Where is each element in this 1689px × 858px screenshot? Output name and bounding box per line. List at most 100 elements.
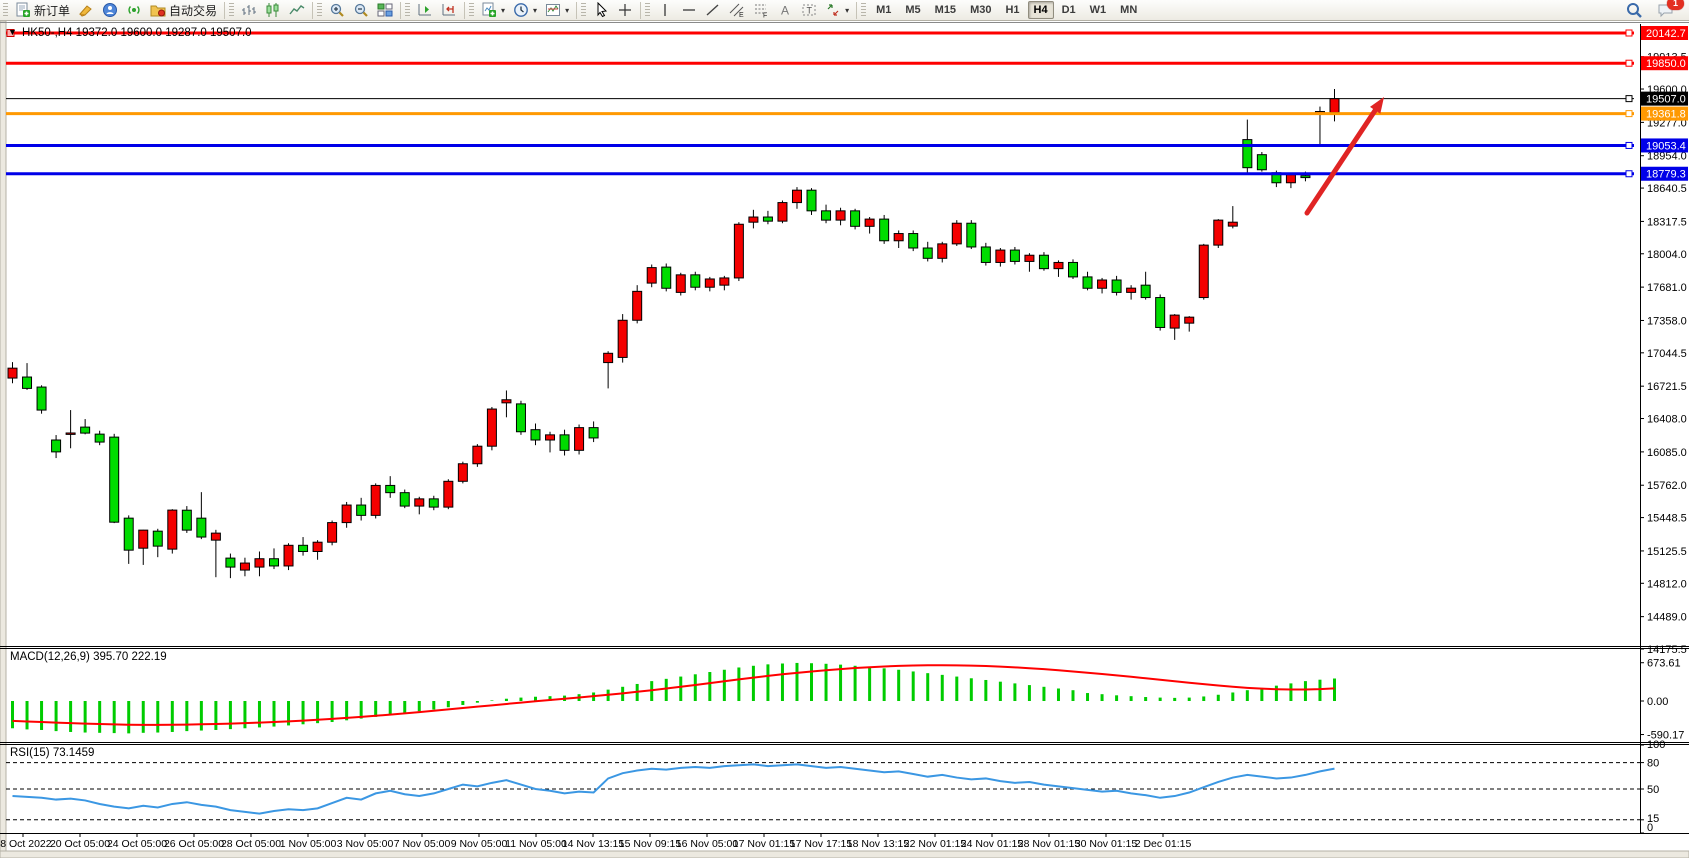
timeframe-button-M5[interactable]: M5 xyxy=(899,1,926,19)
candle-bearish xyxy=(52,440,61,452)
timeframe-button-M1[interactable]: M1 xyxy=(870,1,897,19)
candle-bearish xyxy=(880,219,889,241)
candle-bullish xyxy=(1054,262,1063,268)
toolbar: 新订单 自动交易 ▾ ▾ ▾ EFAT ▾ M1M5M15M30H1H4D1W1MN 1 xyxy=(0,0,1689,21)
period-button[interactable]: ▾ xyxy=(509,0,541,21)
candle-bearish xyxy=(531,430,540,440)
level-line-handle[interactable] xyxy=(1626,111,1632,117)
window-left-edge xyxy=(0,21,6,851)
level-line-handle[interactable] xyxy=(1626,60,1632,66)
price-axis-label: 18640.5 xyxy=(1647,183,1687,195)
time-axis-label: 17 Nov 17:15 xyxy=(790,838,853,850)
candle-bullish xyxy=(720,278,729,285)
price-tag-label: 19361.8 xyxy=(1646,109,1686,121)
time-axis-label: 22 Nov 01:15 xyxy=(904,838,967,850)
candle-bullish xyxy=(1185,317,1194,323)
toolbar-grip xyxy=(317,3,322,18)
vertical-line-button[interactable] xyxy=(653,0,677,21)
highlighter-button[interactable] xyxy=(74,0,98,21)
level-line-handle[interactable] xyxy=(1626,96,1632,102)
time-axis-label: 9 Nov 05:00 xyxy=(451,838,508,850)
candle-bullish xyxy=(633,291,642,320)
candle-bullish xyxy=(328,523,337,543)
candle-bullish xyxy=(444,481,453,507)
price-axis-label: 15762.0 xyxy=(1647,480,1687,492)
timeframe-button-D1[interactable]: D1 xyxy=(1056,1,1082,19)
line-chart-button[interactable] xyxy=(285,0,309,21)
candle-bearish xyxy=(1010,250,1019,261)
timeframe-button-M30[interactable]: M30 xyxy=(964,1,997,19)
zoom-in-button[interactable] xyxy=(325,0,349,21)
crosshair-button[interactable] xyxy=(613,0,637,21)
dropdown-caret-icon[interactable]: ▾ xyxy=(565,6,569,15)
toolbar-grip xyxy=(861,3,866,18)
candle-bearish xyxy=(110,437,119,522)
candle-bullish xyxy=(575,428,584,451)
level-line-handle[interactable] xyxy=(1626,171,1632,177)
chat-button[interactable]: 1 xyxy=(1653,0,1679,21)
candle-bearish xyxy=(851,211,860,226)
candle-bearish xyxy=(1039,255,1048,268)
time-axis-label: 2 Dec 01:15 xyxy=(1135,838,1192,850)
candle-bullish xyxy=(1025,255,1034,261)
signal-button[interactable] xyxy=(122,0,146,21)
time-axis-label: 18 Oct 2022 xyxy=(0,838,52,850)
chart-shift-button[interactable] xyxy=(437,0,461,21)
dropdown-caret-icon[interactable]: ▾ xyxy=(845,6,849,15)
bar-chart-button[interactable] xyxy=(237,0,261,21)
time-axis-label: 1 Nov 05:00 xyxy=(280,838,337,850)
text-label-button[interactable]: T xyxy=(797,0,821,21)
time-axis-label: 24 Oct 05:00 xyxy=(107,838,167,850)
candle-bullish xyxy=(676,275,685,293)
price-axis-label: 14175.5 xyxy=(1647,644,1687,656)
tile-windows-button[interactable] xyxy=(373,0,397,21)
trendline-button[interactable] xyxy=(701,0,725,21)
candle-bearish xyxy=(560,435,569,450)
zoom-in-icon xyxy=(329,2,345,18)
price-axis-label: 14489.0 xyxy=(1647,612,1687,624)
signal-icon xyxy=(126,2,142,18)
price-axis-label: 17681.0 xyxy=(1647,282,1687,294)
candle-bearish xyxy=(1156,298,1165,328)
horizontal-line-button[interactable] xyxy=(677,0,701,21)
candle-bearish xyxy=(516,404,525,432)
search-button[interactable] xyxy=(1621,0,1647,21)
timeframe-button-MN[interactable]: MN xyxy=(1114,1,1143,19)
timeframe-button-W1[interactable]: W1 xyxy=(1084,1,1113,19)
dropdown-caret-icon[interactable]: ▾ xyxy=(501,6,505,15)
templates-button[interactable]: ▾ xyxy=(541,0,573,21)
candle-bullish xyxy=(647,268,656,283)
rsi-label: RSI(15) 73.1459 xyxy=(10,747,94,759)
fibonacci-icon: F xyxy=(753,2,769,18)
toolbar-grip xyxy=(405,3,410,18)
price-axis-label: 17358.0 xyxy=(1647,315,1687,327)
auto-scroll-button[interactable] xyxy=(413,0,437,21)
candle-bullish xyxy=(458,464,467,482)
dropdown-caret-icon[interactable]: ▾ xyxy=(533,6,537,15)
timeframe-button-H4[interactable]: H4 xyxy=(1028,1,1054,19)
candlestick-chart-button[interactable] xyxy=(261,0,285,21)
time-axis-label: 7 Nov 05:00 xyxy=(394,838,451,850)
highlighter-icon xyxy=(78,2,94,18)
price-tag-label: 18779.3 xyxy=(1646,169,1686,181)
profile-button[interactable] xyxy=(98,0,122,21)
zoom-out-button[interactable] xyxy=(349,0,373,21)
level-line-handle[interactable] xyxy=(1626,142,1632,148)
text-icon: A xyxy=(777,2,793,18)
candle-bullish xyxy=(284,545,293,566)
new-order-button[interactable]: 新订单 xyxy=(11,0,74,21)
level-line-handle[interactable] xyxy=(1626,30,1632,36)
auto-trading-button[interactable]: 自动交易 xyxy=(146,0,221,21)
time-axis-label: 28 Nov 01:15 xyxy=(1018,838,1081,850)
svg-text:A: A xyxy=(781,4,789,18)
cursor-button[interactable] xyxy=(589,0,613,21)
timeframe-button-M15[interactable]: M15 xyxy=(929,1,962,19)
equidistant-channel-button[interactable]: E xyxy=(725,0,749,21)
arrows-button[interactable]: ▾ xyxy=(821,0,853,21)
chart-collapse-icon[interactable]: ▼ xyxy=(8,27,17,37)
new-chart-button[interactable]: ▾ xyxy=(477,0,509,21)
fibonacci-button[interactable]: F xyxy=(749,0,773,21)
text-button[interactable]: A xyxy=(773,0,797,21)
timeframe-button-H1[interactable]: H1 xyxy=(999,1,1025,19)
period-icon xyxy=(513,2,529,18)
